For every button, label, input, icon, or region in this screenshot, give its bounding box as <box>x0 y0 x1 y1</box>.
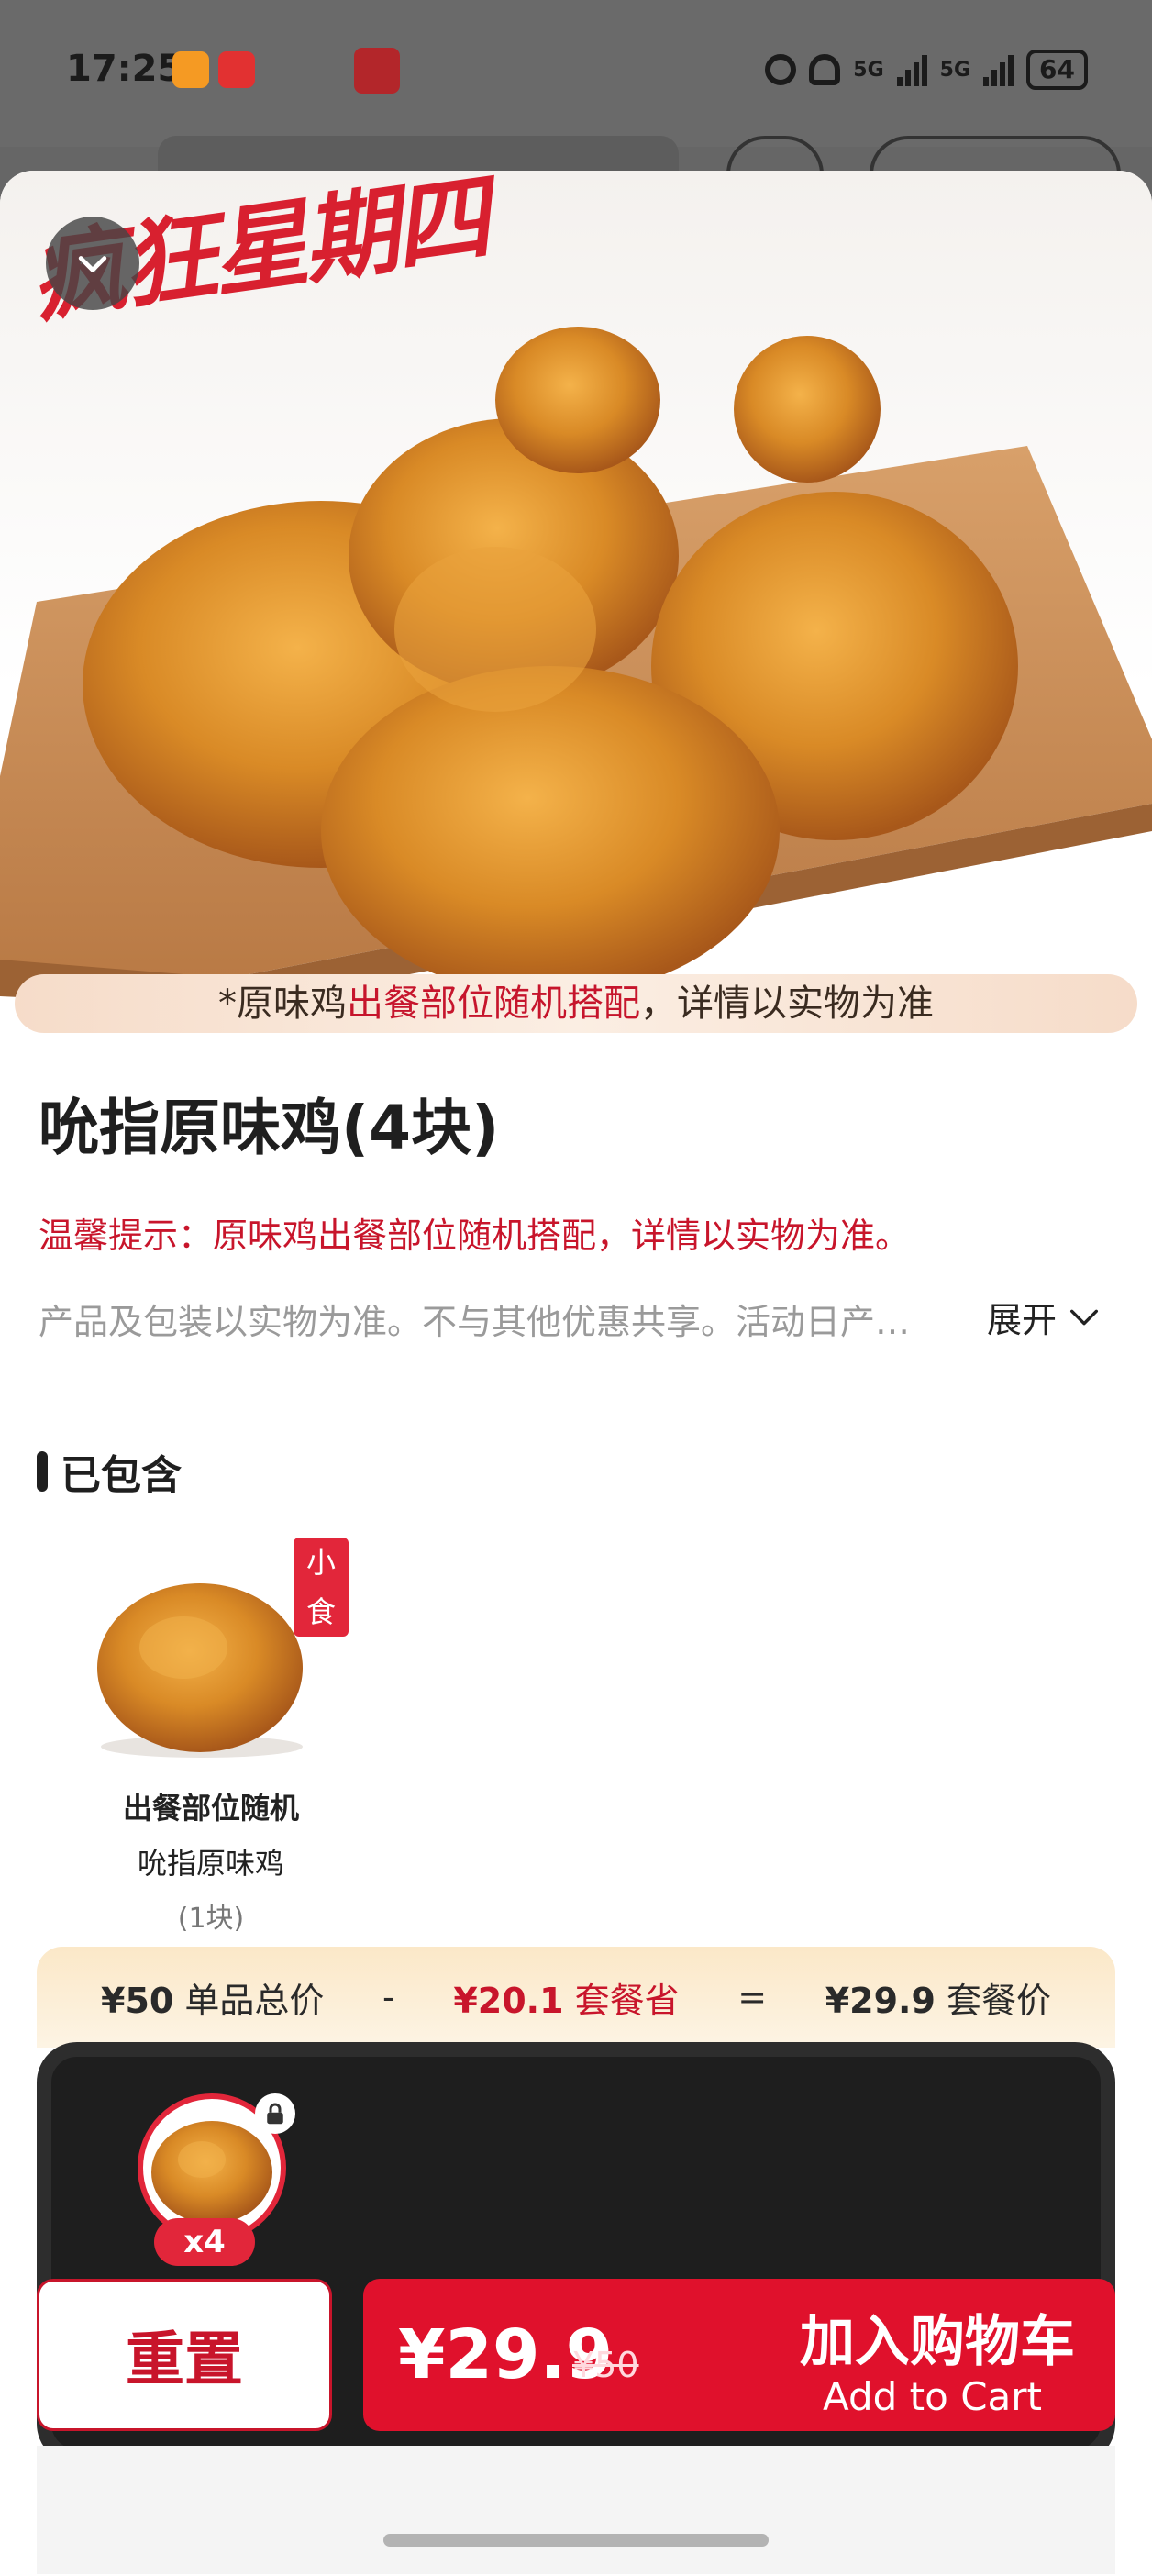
caption-suffix: ，详情以实物为准 <box>640 983 934 1025</box>
add-to-cart-button[interactable]: ¥29.9 ¥50 加入购物车 Add to Cart <box>363 2279 1115 2431</box>
cart-original-price: ¥50 <box>572 2345 639 2385</box>
fried-chicken-image <box>97 1583 303 1758</box>
status-bar: 17:25 5G 5G 64 <box>0 0 1152 147</box>
chevron-down-icon <box>78 256 107 272</box>
single-total: ¥50 单品总价 <box>101 1972 324 2023</box>
network-label: 5G <box>853 58 884 82</box>
set-price-label: 套餐价 <box>946 1980 1051 2021</box>
app-notification-icon <box>218 51 255 88</box>
add-to-cart-label: 加入购物车 <box>800 2310 1075 2374</box>
expand-label: 展开 <box>987 1300 1058 1340</box>
background-search-bar <box>158 136 679 171</box>
battery-icon: 64 <box>1026 50 1088 90</box>
lock-icon <box>255 2093 295 2134</box>
network-label: 5G <box>939 58 971 82</box>
add-to-cart-sublabel: Add to Cart <box>823 2374 1042 2419</box>
app-notification-icon <box>354 48 400 94</box>
expand-description-button[interactable]: 展开 <box>987 1292 1102 1342</box>
item-name-line2: 吮指原味鸡 <box>137 1846 284 1881</box>
product-description: 产品及包装以实物为准。不与其他优惠共享。活动日产… <box>39 1302 911 1342</box>
status-time: 17:25 <box>66 48 183 90</box>
item-category-tag: 小食 <box>294 1538 349 1637</box>
quantity-badge: x4 <box>154 2218 255 2266</box>
chevron-down-icon <box>1070 1309 1099 1325</box>
product-title: 吮指原味鸡(4块) <box>39 1093 500 1163</box>
app-notification-icon <box>172 51 209 88</box>
hero-caption: *原味鸡出餐部位随机搭配，详情以实物为准 <box>15 974 1137 1033</box>
set-price-amount: ¥29.9 <box>825 1980 936 2021</box>
product-tip: 温馨提示：原味鸡出餐部位随机搭配，详情以实物为准。 <box>39 1216 911 1256</box>
savings-amount: ¥20.1 <box>453 1980 564 2021</box>
headphones-icon <box>809 54 841 85</box>
single-total-amount: ¥50 <box>101 1980 174 2021</box>
price-summary-bar: ¥50 单品总价 - ¥20.1 套餐省 = ¥29.9 套餐价 <box>37 1947 1115 2048</box>
product-hero-image: 疯狂星期四 *原味鸡出餐部位随机搭配，详情以实物为准 <box>0 171 1152 1033</box>
signal-icon <box>983 53 1014 86</box>
caption-prefix: *原味鸡 <box>218 983 347 1025</box>
minus-sign: - <box>382 1977 395 2017</box>
collapse-sheet-button[interactable] <box>46 217 139 310</box>
savings-label: 套餐省 <box>574 1980 680 2021</box>
item-name-line1: 出餐部位随机 <box>122 1791 299 1826</box>
section-marker <box>37 1451 48 1492</box>
status-icons: 5G 5G 64 <box>765 50 1088 90</box>
equals-sign: = <box>737 1977 768 2017</box>
footer-background <box>37 2446 1115 2574</box>
caption-highlight: 出餐部位随机搭配 <box>347 983 640 1025</box>
reset-button[interactable]: 重置 <box>37 2279 332 2431</box>
home-indicator[interactable] <box>383 2534 769 2547</box>
alarm-icon <box>765 54 797 85</box>
set-price: ¥29.9 套餐价 <box>825 1972 1051 2023</box>
background-button <box>870 136 1121 174</box>
section-label: 已包含 <box>61 1452 182 1499</box>
item-piece-count: (1块) <box>177 1903 245 1935</box>
signal-icon <box>896 53 927 86</box>
included-section-header: 已包含 <box>37 1442 182 1501</box>
set-savings: ¥20.1 套餐省 <box>453 1972 679 2023</box>
single-total-label: 单品总价 <box>184 1980 325 2021</box>
product-detail-sheet: 疯狂星期四 *原味鸡出餐部位随机搭配，详情以实物为准 吮指原味鸡(4块) 温馨提… <box>0 171 1152 2576</box>
